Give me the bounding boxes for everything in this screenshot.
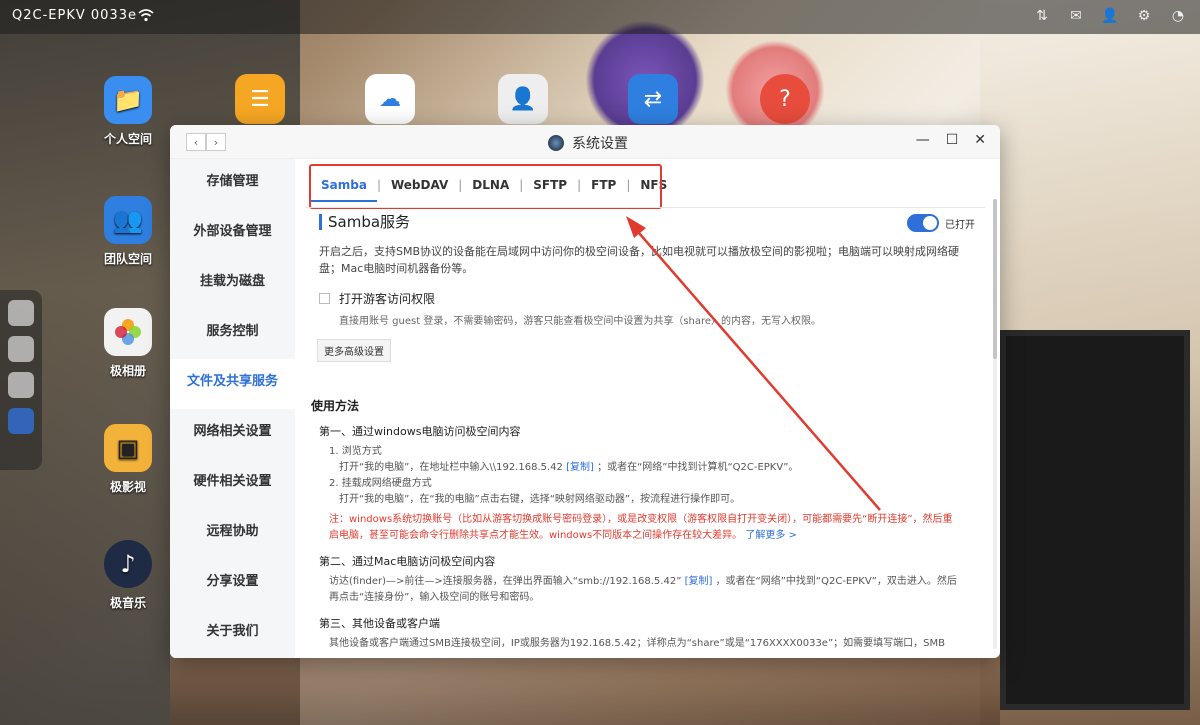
contact-icon[interactable]: 👤	[498, 74, 548, 124]
step1-a-title: 1. 浏览方式	[329, 446, 382, 457]
step2-line2: 再点击“连接身份”，输入极空间的账号和密码。	[329, 592, 540, 603]
menu-item-remote-assist[interactable]: 远程协助	[170, 509, 295, 559]
menu-item-hardware[interactable]: 硬件相关设置	[170, 459, 295, 509]
samba-toggle[interactable]	[907, 214, 939, 232]
highlight-box	[309, 164, 662, 209]
menu-item-storage[interactable]: 存储管理	[170, 159, 295, 209]
step1-b-title: 2. 挂载成网络硬盘方式	[329, 478, 432, 489]
desktop-icon-label: 极相册	[109, 364, 146, 378]
settings-window: ‹ › 系统设置 — ☐ ✕ 存储管理 外部设备管理 挂载为磁盘 服务控制 文件…	[170, 125, 1000, 658]
tab-divider	[305, 207, 985, 208]
desktop-icon-photos[interactable]: 极相册	[88, 308, 168, 379]
step1-b-text: 打开“我的电脑”，在“我的电脑”点击右键，选择“映射网络驱动器”，按流程进行操作…	[339, 494, 741, 505]
menu-item-network[interactable]: 网络相关设置	[170, 409, 295, 459]
menu-item-file-sharing[interactable]: 文件及共享服务	[170, 359, 295, 409]
transfer-icon[interactable]: ⇄	[628, 74, 678, 124]
desktop-icon-music[interactable]: ♪ 极音乐	[88, 540, 168, 611]
menu-item-external-devices[interactable]: 外部设备管理	[170, 209, 295, 259]
desktop-icon-label: 极影视	[109, 480, 146, 494]
usage-title: 使用方法	[311, 399, 360, 413]
desktop-icon-personal-space[interactable]: 📁 个人空间	[88, 76, 168, 147]
desktop-icon-label: 团队空间	[103, 252, 152, 266]
folder-icon: 📁	[104, 76, 152, 124]
copy-link[interactable]: [复制]	[566, 462, 594, 473]
wallpaper-monitor	[1000, 330, 1190, 710]
samba-title: Samba服务	[319, 214, 410, 230]
window-title: 系统设置	[572, 136, 628, 152]
guest-access-checkbox[interactable]	[319, 293, 330, 304]
photos-icon	[104, 308, 152, 356]
dashboard-icon[interactable]: ◔	[1168, 6, 1188, 26]
settings-menu: 存储管理 外部设备管理 挂载为磁盘 服务控制 文件及共享服务 网络相关设置 硬件…	[170, 159, 295, 658]
copy-link[interactable]: [复制]	[685, 576, 713, 587]
minimize-button[interactable]: —	[916, 132, 930, 148]
menu-item-service-control[interactable]: 服务控制	[170, 309, 295, 359]
wifi-icon	[138, 8, 154, 26]
samba-description: 开启之后，支持SMB协议的设备能在局域网中访问你的极空间设备，比如电视就可以播放…	[319, 245, 960, 275]
team-folder-icon: 👥	[104, 196, 152, 244]
dock-item-lamp[interactable]	[8, 300, 34, 326]
step3-title: 第三、其他设备或客户端	[319, 617, 440, 630]
wallpaper-floor	[170, 655, 1000, 725]
guest-access-hint: 直接用账号 guest 登录，不需要输密码，游客只能查看极空间中设置为共享（sh…	[339, 316, 822, 327]
download-icon[interactable]: ☁	[365, 74, 415, 124]
menu-item-share-settings[interactable]: 分享设置	[170, 559, 295, 609]
maximize-button[interactable]: ☐	[946, 132, 959, 148]
top-bar: Q2C-EPKV 0033e ⇅ ✉ 👤 ⚙ ◔	[0, 0, 1200, 34]
note-line-2-text: 启电脑，甚至可能会命令行删除共享点才能生效。windows不同版本之间操作存在较…	[329, 530, 743, 541]
step1-a-text: 打开“我的电脑”，在地址栏中输入\\192.168.5.42 [复制] ；或者在…	[339, 459, 979, 476]
learn-more-link[interactable]: 了解更多 >	[745, 530, 797, 541]
advanced-settings-button[interactable]: 更多高级设置	[317, 339, 391, 362]
device-name[interactable]: Q2C-EPKV 0033e	[12, 8, 137, 23]
service-tabs: Samba | WebDAV | DLNA | SFTP | FTP | NFS	[305, 164, 945, 209]
settings-content: Samba | WebDAV | DLNA | SFTP | FTP | NFS…	[295, 159, 1000, 658]
step1-a-pre: 打开“我的电脑”，在地址栏中输入\\192.168.5.42	[339, 462, 563, 473]
close-button[interactable]: ✕	[974, 132, 986, 148]
note-line-1: 注：windows系统切换账号（比如从游客切换成账号密码登录），或是改变权限（游…	[329, 514, 953, 525]
dock-item-apps[interactable]	[8, 336, 34, 362]
title-bar: ‹ › 系统设置 — ☐ ✕	[170, 125, 1000, 159]
music-icon: ♪	[104, 540, 152, 588]
menu-item-about[interactable]: 关于我们	[170, 609, 295, 658]
forward-button[interactable]: ›	[206, 133, 226, 151]
mail-icon[interactable]: ✉	[1066, 6, 1086, 26]
step1-title: 第一、通过windows电脑访问极空间内容	[319, 425, 521, 438]
back-button[interactable]: ‹	[186, 133, 206, 151]
desktop-icon-video[interactable]: ▣ 极影视	[88, 424, 168, 495]
step2-pre: 访达(finder)—>前往—>连接服务器，在弹出界面输入“smb://192.…	[329, 576, 682, 587]
user-icon[interactable]: 👤	[1100, 6, 1120, 26]
help-icon[interactable]: ?	[760, 74, 810, 124]
step2-title: 第二、通过Mac电脑访问极空间内容	[319, 555, 496, 568]
step1-a-post: ；或者在“网络”中找到计算机“Q2C-EPKV”。	[597, 462, 799, 473]
note-line-2: 启电脑，甚至可能会命令行删除共享点才能生效。windows不同版本之间操作存在较…	[329, 527, 979, 544]
step2-text: 访达(finder)—>前往—>连接服务器，在弹出界面输入“smb://192.…	[329, 573, 979, 590]
guest-access-label[interactable]: 打开游客访问权限	[339, 290, 435, 307]
settings-logo-icon	[548, 135, 564, 151]
desktop-icon-label: 极音乐	[109, 596, 146, 610]
menu-item-mount-disk[interactable]: 挂载为磁盘	[170, 259, 295, 309]
gear-icon[interactable]: ⚙	[1134, 6, 1154, 26]
sort-icon[interactable]: ⇅	[1032, 6, 1052, 26]
scrollbar-thumb[interactable]	[993, 199, 997, 359]
desktop-icon-team-space[interactable]: 👥 团队空间	[88, 196, 168, 267]
notes-icon[interactable]: ☰	[235, 74, 285, 124]
desktop-icon-label: 个人空间	[103, 132, 152, 146]
dock-item-profile[interactable]	[8, 372, 34, 398]
dock-item-settings[interactable]	[8, 408, 34, 434]
side-dock	[0, 290, 42, 470]
step3-text: 其他设备或客户端通过SMB连接极空间，IP或服务器为192.168.5.42；详…	[329, 638, 945, 649]
samba-toggle-label: 已打开	[945, 220, 975, 231]
step2-post: ，或者在“网络”中找到“Q2C-EPKV”，双击进入。然后	[715, 576, 957, 587]
video-icon: ▣	[104, 424, 152, 472]
